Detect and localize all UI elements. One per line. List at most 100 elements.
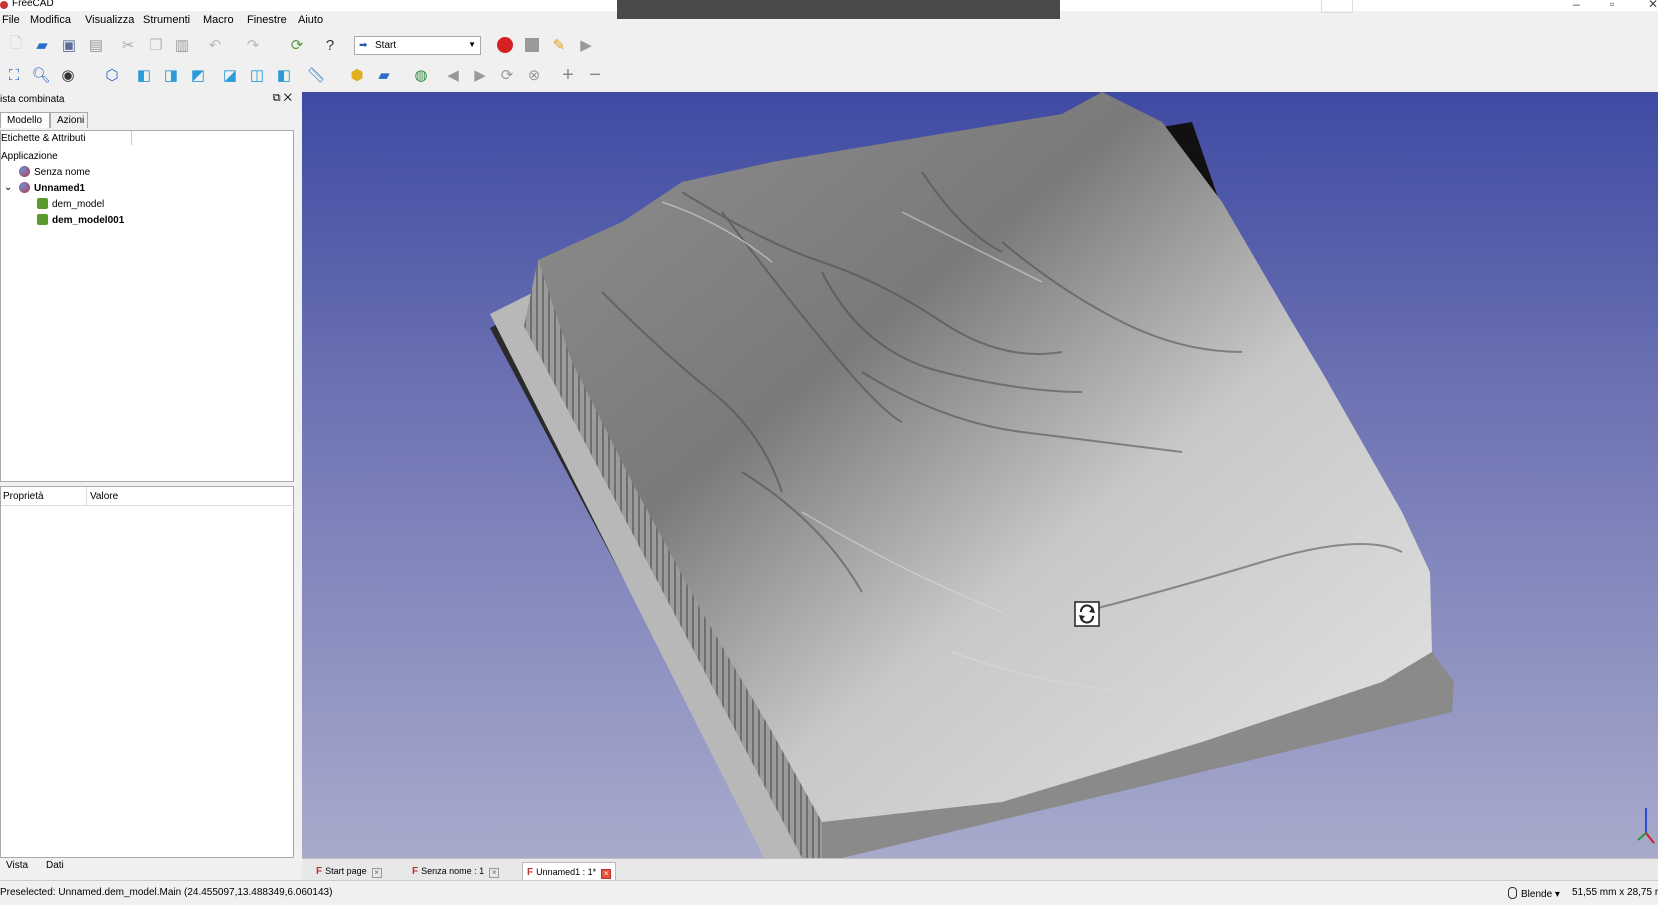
execute-macro-icon[interactable]: ▶	[576, 35, 596, 55]
undo-icon[interactable]: ↶	[205, 35, 225, 55]
menu-strumenti[interactable]: Strumenti	[143, 14, 190, 26]
tree-header: Etichette & Attributi	[1, 133, 86, 144]
axis-cross-icon[interactable]	[1636, 798, 1656, 848]
zoom-in-icon[interactable]: +	[558, 64, 578, 86]
tree-item-senza-nome[interactable]: Senza nome	[19, 166, 90, 178]
window-title: FreeCAD	[12, 0, 54, 9]
freecad-icon: F	[412, 866, 419, 877]
tree-item-label: Unnamed1	[34, 183, 86, 194]
workbench-selector[interactable]: ➡ Start ▼	[354, 36, 481, 55]
main-toolbar: 🗋 ▰ ▣ ▤ ✂ ❐ ▥ ↶ ↷ ⟳ ? ✎ ▶	[0, 31, 1658, 59]
preselection-status: Preselected: Unnamed.dem_model.Main (24.…	[0, 887, 333, 898]
doc-tab-label: Unnamed1 : 1*	[536, 867, 597, 877]
property-header: Proprietà Valore	[1, 487, 293, 506]
menu-finestre[interactable]: Finestre	[247, 14, 287, 26]
record-macro-icon[interactable]	[495, 35, 515, 55]
macro-edit-icon[interactable]: ✎	[549, 35, 569, 55]
paste-icon[interactable]: ▥	[172, 35, 192, 55]
fit-all-icon[interactable]: ⛶	[4, 65, 24, 85]
tree-root: Applicazione	[1, 151, 58, 162]
menu-modifica[interactable]: Modifica	[30, 14, 71, 26]
navigation-style-selector[interactable]: Blende ▾	[1508, 887, 1560, 900]
model-tree: Etichette & Attributi Applicazione Senza…	[0, 130, 294, 482]
tab-azioni[interactable]: Azioni	[50, 112, 88, 128]
workbench-label: Start	[375, 40, 397, 51]
workbench-arrow-icon: ➡	[359, 40, 368, 51]
tab-vista[interactable]: Vista	[2, 860, 32, 871]
tree-item-label: dem_model	[52, 199, 105, 210]
tree-expand-icon[interactable]: ⌄	[4, 182, 12, 193]
rear-view-icon[interactable]: ◪	[220, 65, 240, 85]
minimize-icon[interactable]: –	[1573, 0, 1580, 11]
export-icon[interactable]: ▤	[86, 35, 106, 55]
open-folder-icon[interactable]: ▰	[32, 35, 52, 55]
tab-modello[interactable]: Modello	[0, 112, 50, 128]
menu-macro[interactable]: Macro	[203, 14, 234, 26]
measure-icon[interactable]: 📏︎	[306, 65, 326, 85]
axis-cross-shape	[1637, 808, 1655, 844]
menu-visualizza[interactable]: Visualizza	[85, 14, 134, 26]
property-column-header: Proprietà	[3, 491, 44, 502]
mesh-feature-icon	[37, 198, 48, 209]
tab-close-icon[interactable]: ×	[601, 869, 612, 879]
cut-icon[interactable]: ✂	[118, 35, 138, 55]
create-group-icon[interactable]: ▰	[374, 65, 394, 85]
back-arrow-icon[interactable]: ◀	[443, 65, 463, 85]
close-icon[interactable]: ✕	[1648, 0, 1658, 11]
3d-viewport[interactable]	[302, 92, 1658, 858]
dimension-readout: 51,55 mm x 28,75 r	[1572, 887, 1658, 898]
draw-style-icon[interactable]: ◉	[58, 65, 78, 85]
tab-close-icon[interactable]: ×	[489, 868, 500, 878]
web-stop-icon[interactable]: ⊗	[524, 65, 544, 85]
fit-selection-icon[interactable]: 🔍︎	[31, 65, 51, 85]
combo-view-panel: ista combinata ⧉ ✕ Modello Azioni Etiche…	[0, 92, 300, 871]
tab-start-page[interactable]: F Start page ×	[312, 862, 386, 880]
tree-item-unnamed1[interactable]: Unnamed1	[19, 182, 85, 194]
tab-senza-nome[interactable]: F Senza nome : 1 ×	[408, 862, 503, 880]
mesh-feature-icon	[37, 214, 48, 225]
front-view-icon[interactable]: ◧	[134, 65, 154, 85]
web-refresh-icon[interactable]: ⟳	[497, 65, 517, 85]
property-column-separator	[86, 487, 87, 505]
maximize-icon[interactable]: ▫	[1610, 0, 1614, 11]
menu-aiuto[interactable]: Aiuto	[298, 14, 323, 26]
tree-item-dem-model[interactable]: dem_model	[37, 198, 104, 210]
left-view-icon[interactable]: ◧	[274, 65, 294, 85]
combo-view-header: ista combinata ⧉ ✕	[0, 92, 300, 108]
menu-file[interactable]: File	[2, 14, 20, 26]
zoom-out-icon[interactable]: −	[585, 64, 605, 86]
new-document-icon[interactable]: 🗋	[6, 35, 26, 55]
stop-icon-shape	[525, 38, 539, 52]
document-icon	[19, 182, 30, 193]
tab-close-icon[interactable]: ×	[371, 868, 382, 878]
tab-dati[interactable]: Dati	[42, 860, 68, 871]
freecad-app-icon	[0, 1, 8, 9]
top-view-icon[interactable]: ◨	[161, 65, 181, 85]
copy-icon[interactable]: ❐	[146, 35, 166, 55]
create-part-icon[interactable]: ⬢	[347, 65, 367, 85]
terrain-model-render	[490, 92, 1454, 858]
mouse-icon	[1508, 887, 1517, 899]
tree-column-separator	[131, 131, 132, 145]
forward-arrow-icon[interactable]: ▶	[470, 65, 490, 85]
isometric-view-icon[interactable]: ⬡	[102, 65, 122, 85]
tab-unnamed1[interactable]: F Unnamed1 : 1* ×	[522, 862, 617, 881]
rotate-cursor-icon	[1074, 601, 1100, 627]
doc-tab-label: Start page	[325, 866, 367, 876]
status-bar: Preselected: Unnamed.dem_model.Main (24.…	[0, 880, 1658, 905]
refresh-icon[interactable]: ⟳	[287, 35, 307, 55]
web-globe-icon[interactable]: ◍	[411, 65, 431, 85]
save-icon[interactable]: ▣	[59, 35, 79, 55]
navigation-style-label: Blende	[1521, 889, 1553, 900]
whats-this-icon[interactable]: ?	[320, 35, 340, 55]
view-toolbar: ⛶ 🔍︎ ◉ ⬡ ◧ ◨ ◩ ◪ ◫ ◧ 📏︎ ⬢ ▰ ◍ ◀ ▶ ⟳ ⊗ + …	[0, 61, 1658, 89]
tree-item-dem-model001[interactable]: dem_model001	[37, 214, 124, 226]
stop-macro-icon[interactable]	[522, 35, 542, 55]
document-tabs: F Start page × F Senza nome : 1 × F Unnamed1 …	[302, 858, 1658, 881]
panel-float-close-icons[interactable]: ⧉ ✕	[273, 92, 292, 105]
value-column-header: Valore	[90, 491, 119, 502]
redo-icon[interactable]: ↷	[243, 35, 263, 55]
bottom-view-icon[interactable]: ◫	[247, 65, 267, 85]
right-view-icon[interactable]: ◩	[188, 65, 208, 85]
chevron-down-icon: ▼	[468, 40, 476, 49]
